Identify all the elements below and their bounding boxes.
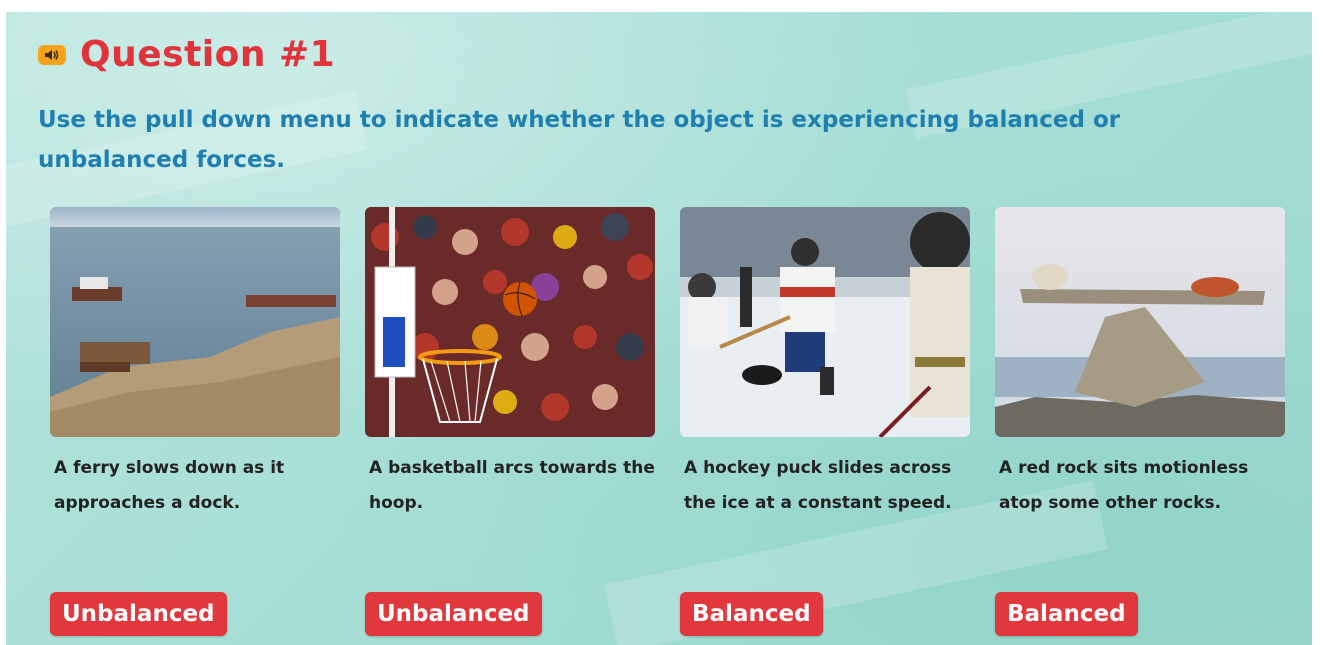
item-description: A ferry slows down as it approaches a do…	[54, 458, 285, 513]
answer-dropdown-basketball[interactable]: Unbalanced	[365, 592, 542, 636]
item-description: A hockey puck slides across the ice at a…	[684, 458, 952, 513]
item-card-rocks: A red rock sits motionless atop some oth…	[995, 207, 1285, 521]
answer-dropdown-hockey[interactable]: Balanced	[680, 592, 823, 636]
item-card-ferry: A ferry slows down as it approaches a do…	[50, 207, 340, 521]
answer-dropdown-rocks[interactable]: Balanced	[995, 592, 1138, 636]
basketball-photo	[365, 207, 655, 437]
item-description: A basketball arcs towards the hoop.	[369, 458, 655, 513]
question-screen: Question #1 Use the pull down menu to in…	[0, 0, 1323, 645]
ferry-photo	[50, 207, 340, 437]
item-description: A red rock sits motionless atop some oth…	[999, 458, 1249, 513]
question-header: Question #1	[38, 34, 335, 75]
answer-dropdown-ferry[interactable]: Unbalanced	[50, 592, 227, 636]
item-card-hockey: A hockey puck slides across the ice at a…	[680, 207, 970, 521]
question-instruction: Use the pull down menu to indicate wheth…	[38, 107, 1121, 173]
speaker-icon[interactable]	[38, 44, 66, 65]
item-card-basketball: A basketball arcs towards the hoop.	[365, 207, 655, 521]
question-panel: Question #1 Use the pull down menu to in…	[6, 12, 1312, 645]
hockey-photo	[680, 207, 970, 437]
rocks-photo	[995, 207, 1285, 437]
question-title: Question #1	[80, 34, 336, 75]
